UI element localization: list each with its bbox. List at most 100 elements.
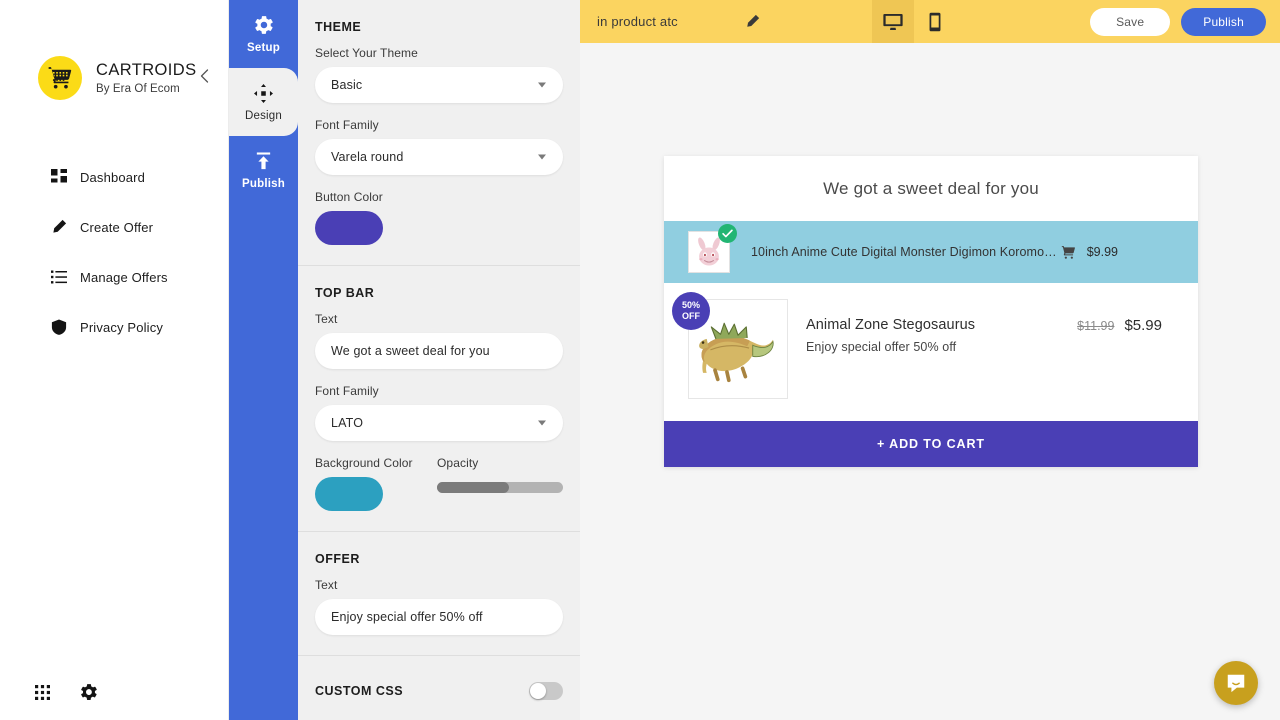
sidebar-footer	[0, 664, 229, 720]
topbar-bg-color-swatch[interactable]	[315, 477, 383, 511]
topbar-font-family-dropdown[interactable]: LATO	[315, 405, 563, 441]
select-theme-label: Select Your Theme	[315, 46, 418, 60]
main-sidebar: CARTROIDS By Era Of Ecom Dashboard Creat…	[0, 0, 229, 720]
section-title: CUSTOM CSS	[315, 684, 404, 698]
topbar-opacity-label: Opacity	[437, 456, 479, 470]
add-to-cart-button[interactable]: + ADD TO CART	[664, 421, 1198, 467]
topbar-text-input[interactable]: We got a sweet deal for you	[315, 333, 563, 369]
topbar-bg-color-label: Background Color	[315, 456, 413, 470]
chevron-left-icon[interactable]	[196, 68, 212, 84]
section-title: OFFER	[315, 552, 360, 566]
chevron-down-icon	[538, 420, 546, 426]
preview-header-text: We got a sweet deal for you	[823, 178, 1039, 198]
sidebar-item-dashboard[interactable]: Dashboard	[0, 152, 228, 202]
toggle-knob	[530, 683, 546, 699]
wizard-step-rail: Setup Design Publish	[229, 0, 298, 720]
upload-icon	[254, 151, 273, 173]
sidebar-nav: Dashboard Create Offer Manage Offers Pri…	[0, 152, 228, 352]
select-theme-value: Basic	[331, 78, 363, 92]
chevron-down-icon	[538, 154, 546, 160]
apps-grid-icon[interactable]	[32, 682, 52, 702]
gear-icon[interactable]	[78, 682, 98, 702]
offer-price-discounted: $5.99	[1124, 317, 1162, 334]
theme-font-family-label: Font Family	[315, 118, 379, 132]
topbar-actions: Save Publish	[1090, 0, 1266, 43]
topbar-font-family-value: LATO	[331, 416, 364, 430]
publish-button[interactable]: Publish	[1181, 7, 1266, 36]
brand-block: CARTROIDS By Era Of Ecom	[0, 0, 228, 100]
trigger-product-price: $9.99	[1086, 245, 1118, 259]
shopping-cart-icon	[1061, 245, 1076, 260]
device-preview-toggle-group	[872, 0, 956, 43]
button-color-swatch[interactable]	[315, 211, 383, 245]
list-icon	[50, 268, 68, 286]
theme-font-family-dropdown[interactable]: Varela round	[315, 139, 563, 175]
step-label: Publish	[242, 177, 285, 190]
settings-panel: THEME Select Your Theme Basic Font Famil…	[298, 0, 580, 720]
trigger-product-title: 10inch Anime Cute Digital Monster Digimo…	[751, 245, 1061, 259]
sidebar-item-label: Create Offer	[80, 219, 154, 235]
offer-image-wrap: 50% OFF	[672, 292, 788, 399]
offer-text-input[interactable]: Enjoy special offer 50% off	[315, 599, 563, 635]
step-publish[interactable]: Publish	[229, 136, 298, 204]
discount-badge: 50% OFF	[672, 292, 710, 330]
opacity-slider[interactable]	[437, 482, 563, 493]
offer-text-label: Text	[315, 578, 338, 592]
chevron-down-icon	[538, 82, 546, 88]
shopping-cart-icon	[38, 56, 82, 100]
app-root: CARTROIDS By Era Of Ecom Dashboard Creat…	[0, 0, 1280, 720]
section-title: THEME	[315, 20, 362, 34]
topbar-text-value: We got a sweet deal for you	[331, 344, 490, 358]
sidebar-item-label: Privacy Policy	[80, 319, 164, 335]
sidebar-item-manage-offers[interactable]: Manage Offers	[0, 252, 228, 302]
desktop-icon[interactable]	[872, 0, 914, 43]
offer-product-description: Enjoy special offer 50% off	[806, 340, 957, 354]
trigger-price-group: $9.99	[1061, 245, 1118, 260]
section-title: TOP BAR	[315, 286, 375, 300]
pencil-icon[interactable]	[744, 13, 762, 31]
offer-price-group: $11.99 $5.99	[1077, 299, 1162, 399]
section-theme: THEME Select Your Theme Basic Font Famil…	[298, 0, 580, 266]
step-design[interactable]: Design	[229, 68, 298, 136]
sidebar-item-label: Manage Offers	[80, 269, 168, 285]
opacity-slider-fill	[437, 482, 509, 493]
preview-offer-row: 50% OFF Animal Zone Stegosaurus Enjoy sp…	[664, 283, 1198, 421]
select-theme-dropdown[interactable]: Basic	[315, 67, 563, 103]
section-top-bar: TOP BAR Text We got a sweet deal for you…	[298, 266, 580, 532]
preview-trigger-product-row[interactable]: 10inch Anime Cute Digital Monster Digimo…	[664, 221, 1198, 283]
trigger-thumbnail-wrap	[688, 224, 737, 273]
step-setup[interactable]: Setup	[229, 0, 298, 68]
custom-css-toggle[interactable]	[529, 682, 563, 700]
chat-launcher-button[interactable]	[1214, 661, 1258, 705]
offer-info: Animal Zone Stegosaurus Enjoy special of…	[806, 299, 1077, 399]
topbar-bg-opacity-row: Background Color Opacity	[315, 456, 563, 511]
topbar-text-label: Text	[315, 312, 338, 326]
offer-text-value: Enjoy special offer 50% off	[331, 610, 483, 624]
sidebar-item-label: Dashboard	[80, 169, 145, 185]
brand-subtitle: By Era Of Ecom	[96, 83, 180, 95]
chat-bubble-icon	[1227, 674, 1245, 693]
gear-icon	[254, 15, 273, 37]
step-label: Design	[245, 109, 282, 122]
topbar-font-family-label: Font Family	[315, 384, 379, 398]
mobile-icon[interactable]	[914, 0, 956, 43]
offer-price-original: $11.99	[1077, 319, 1115, 333]
save-button[interactable]: Save	[1090, 7, 1171, 36]
shield-icon	[50, 318, 68, 336]
topbar-opacity-group: Opacity	[437, 456, 563, 493]
sidebar-item-privacy-policy[interactable]: Privacy Policy	[0, 302, 228, 352]
custom-css-row: CUSTOM CSS	[315, 682, 563, 700]
brand-text: CARTROIDS By Era Of Ecom	[96, 61, 196, 95]
canvas-area: in product atc Save Publish We got a swe…	[580, 0, 1280, 720]
offer-product-title: Animal Zone Stegosaurus	[806, 317, 976, 333]
dashboard-grid-icon	[50, 168, 68, 186]
step-label: Setup	[247, 41, 280, 54]
topbar-bg-color-group: Background Color	[315, 456, 417, 511]
brand-title: CARTROIDS	[96, 61, 197, 79]
discount-badge-line1: 50%	[681, 300, 700, 310]
check-icon	[718, 224, 737, 243]
discount-badge-line2: OFF	[682, 311, 700, 321]
offer-name-title: in product atc	[597, 14, 678, 29]
theme-font-family-value: Varela round	[331, 150, 404, 164]
sidebar-item-create-offer[interactable]: Create Offer	[0, 202, 228, 252]
